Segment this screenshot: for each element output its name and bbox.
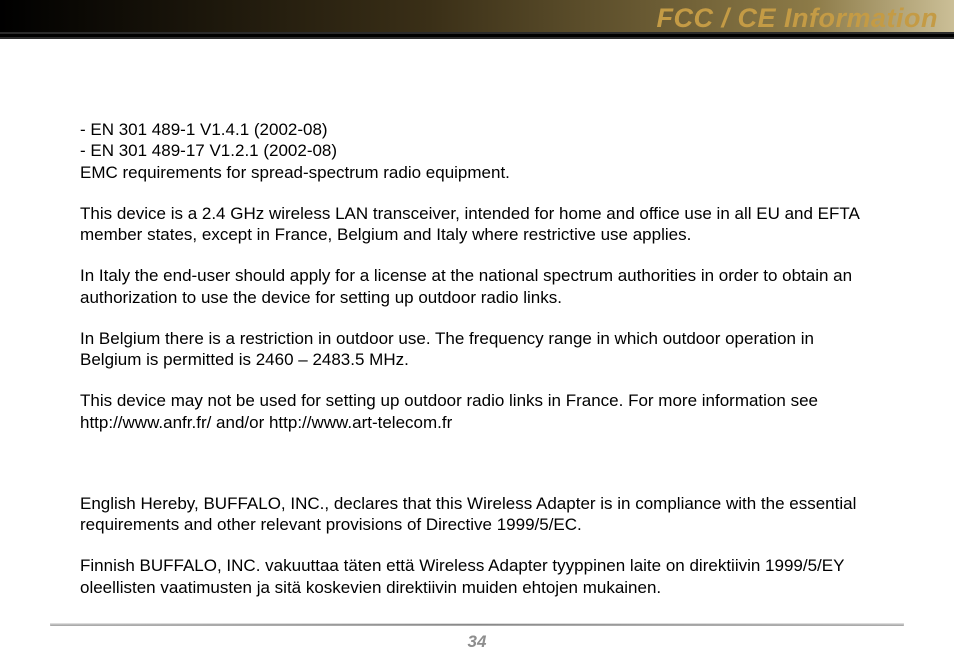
paragraph-france: This device may not be used for setting … bbox=[80, 390, 874, 433]
page-number: 34 bbox=[0, 632, 954, 652]
emc-requirements-line: EMC requirements for spread-spectrum rad… bbox=[80, 162, 874, 183]
body-content: - EN 301 489-1 V1.4.1 (2002-08) - EN 301… bbox=[0, 39, 954, 598]
document-page: FCC / CE Information - EN 301 489-1 V1.4… bbox=[0, 0, 954, 661]
paragraph-device-intent: This device is a 2.4 GHz wireless LAN tr… bbox=[80, 203, 874, 246]
standard-line-1: - EN 301 489-1 V1.4.1 (2002-08) bbox=[80, 119, 874, 140]
paragraph-declaration-english: English Hereby, BUFFALO, INC., declares … bbox=[80, 493, 874, 536]
standard-line-2: - EN 301 489-17 V1.2.1 (2002-08) bbox=[80, 140, 874, 161]
paragraph-belgium: In Belgium there is a restriction in out… bbox=[80, 328, 874, 371]
paragraph-italy: In Italy the end-user should apply for a… bbox=[80, 265, 874, 308]
footer: 34 bbox=[0, 623, 954, 653]
section-spacer bbox=[80, 453, 874, 493]
footer-rule bbox=[50, 623, 904, 626]
paragraph-declaration-finnish: Finnish BUFFALO, INC. vakuuttaa täten et… bbox=[80, 555, 874, 598]
page-title: FCC / CE Information bbox=[657, 3, 939, 34]
